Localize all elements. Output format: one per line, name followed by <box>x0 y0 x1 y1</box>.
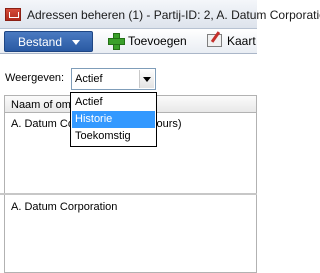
file-menu-label: Bestand <box>18 35 63 49</box>
detail-pane: A. Datum Corporation <box>4 195 257 273</box>
app-icon <box>5 8 21 21</box>
file-menu-button[interactable]: Bestand <box>4 31 93 52</box>
filter-select-value: Actief <box>75 73 103 85</box>
new-button-label: Toevoegen <box>128 34 187 48</box>
filter-label: Weergeven: <box>5 72 65 84</box>
title-bar: Adressen beheren (1) - Partij-ID: 2, A. … <box>0 0 320 29</box>
detail-name: A. Datum Corporation <box>11 201 118 213</box>
map-button-label: Kaart <box>227 34 256 48</box>
filter-select[interactable]: Actief <box>71 68 156 90</box>
dropdown-arrow-icon[interactable] <box>139 70 154 88</box>
filter-dropdown-list: Actief Historie Toekomstig <box>70 92 157 147</box>
toolbar: Bestand Toevoegen Kaart <box>0 29 257 54</box>
chevron-down-icon <box>72 40 80 45</box>
dropdown-option-future[interactable]: Toekomstig <box>72 128 155 145</box>
map-icon <box>207 34 222 47</box>
plus-icon <box>108 33 125 50</box>
window-title: Adressen beheren (1) - Partij-ID: 2, A. … <box>27 8 320 22</box>
dropdown-option-history[interactable]: Historie <box>72 111 155 128</box>
dropdown-option-active[interactable]: Actief <box>72 94 155 111</box>
